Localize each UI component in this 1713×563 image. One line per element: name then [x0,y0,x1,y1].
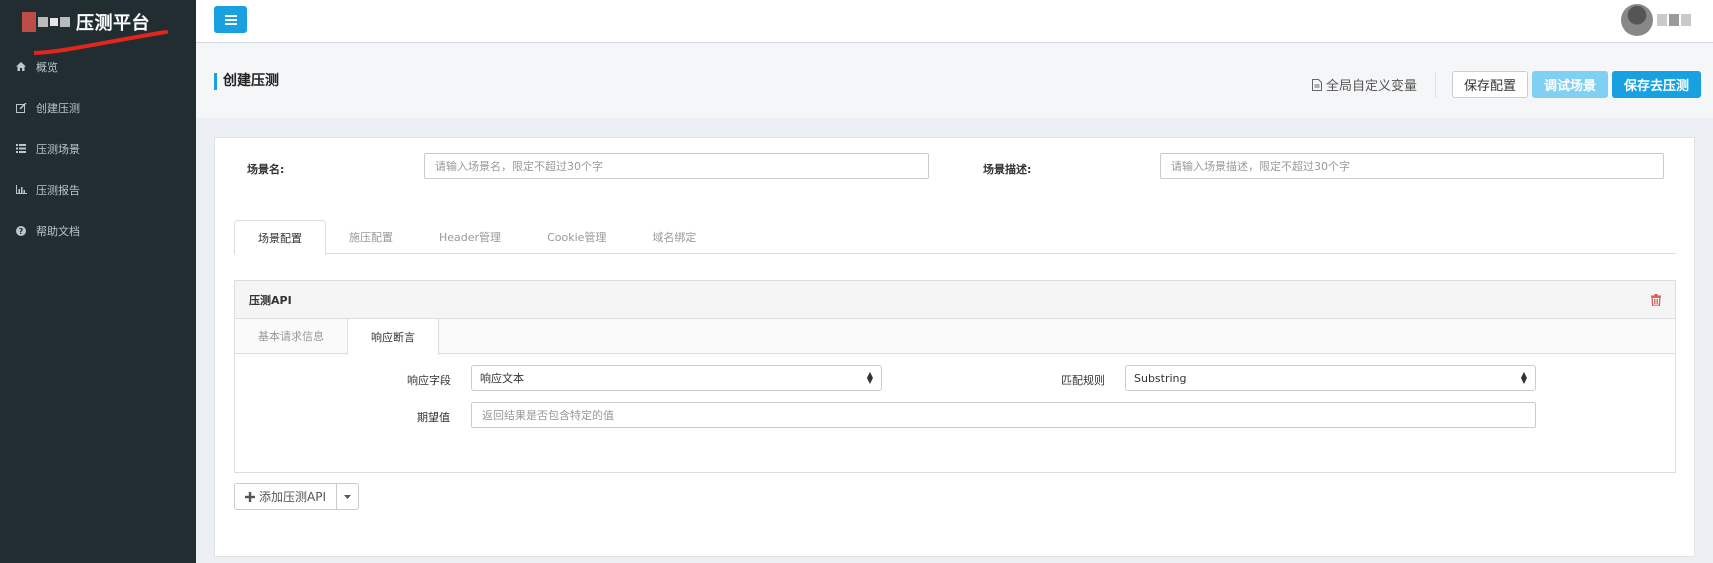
bar-chart-icon [16,185,34,194]
api-subtabs: 基本请求信息 响应断言 [235,319,1675,355]
sidebar-item-reports[interactable]: 压测报告 [0,169,196,210]
save-config-button[interactable]: 保存配置 [1451,71,1528,98]
tab-scene-config[interactable]: 场景配置 [234,220,326,255]
expected-value-input[interactable] [471,402,1536,428]
match-rule-value: Substring [1134,371,1187,385]
subtab-basic-request[interactable]: 基本请求信息 [235,319,347,353]
add-api-label: 添加压测API [259,490,326,504]
scene-desc-input[interactable] [1160,153,1664,179]
match-rule-label: 匹配规则 [1061,374,1105,387]
list-icon [16,144,34,153]
select-arrows-icon: ▲ ▼ [1520,370,1527,385]
sidebar: 压测平台 概览 创建压测 压测场景 压测报告 ? 帮助文档 [0,0,196,563]
save-and-test-button[interactable]: 保存去压测 [1611,71,1701,98]
select-arrows-icon: ▲ ▼ [866,370,873,385]
global-variables-link[interactable]: 全局自定义变量 [1311,71,1436,98]
add-api-dropdown-toggle[interactable] [337,483,359,510]
question-circle-icon: ? [16,225,34,236]
caret-down-icon [344,494,351,499]
sidebar-item-create-test[interactable]: 创建压测 [0,87,196,128]
match-rule-select[interactable]: Substring ▲ ▼ [1125,365,1536,391]
plus-icon [245,491,255,502]
svg-text:?: ? [19,227,24,236]
file-icon [1311,78,1322,91]
brand[interactable]: 压测平台 [0,0,196,55]
sidebar-item-label: 概览 [36,60,58,74]
user-menu[interactable] [1621,4,1691,36]
scene-desc-label: 场景描述: [983,163,1032,176]
tab-cookie-management[interactable]: Cookie管理 [524,220,629,254]
trash-icon[interactable] [1651,293,1661,306]
brand-logo [22,12,70,32]
api-card-header: 压测API [235,281,1675,319]
sidebar-toggle-button[interactable] [214,6,247,33]
create-test-panel: 场景名: 场景描述: 场景配置 施压配置 Header管理 Cookie管理 域… [214,137,1695,557]
subtab-response-assertion[interactable]: 响应断言 [347,319,439,355]
edit-icon [16,102,34,113]
avatar [1621,4,1653,36]
sidebar-item-help[interactable]: ? 帮助文档 [0,210,196,251]
sidebar-item-label: 压测报告 [36,183,80,197]
scribble-mark [34,30,168,55]
global-variables-label: 全局自定义变量 [1325,79,1417,94]
response-field-label: 响应字段 [407,374,451,387]
scene-name-label: 场景名: [247,163,285,176]
tab-pressure-config[interactable]: 施压配置 [326,220,416,254]
sidebar-item-scenes[interactable]: 压测场景 [0,128,196,169]
tab-header-management[interactable]: Header管理 [416,220,524,254]
api-card: 压测API 基本请求信息 响应断言 响应字段 响应文本 ▲ ▼ 匹配规则 Subs… [234,280,1676,473]
content-header: 创建压测 全局自定义变量 保存配置 调试场景 保存去压测 [196,43,1713,118]
debug-scene-button[interactable]: 调试场景 [1531,71,1608,98]
hamburger-icon [224,14,237,25]
scene-name-input[interactable] [424,153,929,179]
sidebar-item-label: 帮助文档 [36,224,80,238]
sidebar-item-label: 压测场景 [36,142,80,156]
top-navbar [196,0,1713,43]
add-api-button-group: 添加压测API [234,483,359,510]
home-icon [16,62,34,71]
response-field-value: 响应文本 [480,372,524,385]
page-title: 创建压测 [214,73,279,90]
response-field-select[interactable]: 响应文本 ▲ ▼ [471,365,882,391]
add-api-button[interactable]: 添加压测API [234,483,337,510]
sidebar-nav: 概览 创建压测 压测场景 压测报告 ? 帮助文档 [0,46,196,251]
api-card-title: 压测API [249,293,292,307]
expected-value-label: 期望值 [417,411,450,424]
header-actions: 全局自定义变量 保存配置 调试场景 保存去压测 [1311,71,1701,98]
config-tabs: 场景配置 施压配置 Header管理 Cookie管理 域名绑定 [234,220,1676,255]
user-name [1657,14,1691,26]
tab-domain-binding[interactable]: 域名绑定 [629,220,719,254]
sidebar-item-label: 创建压测 [36,101,80,115]
